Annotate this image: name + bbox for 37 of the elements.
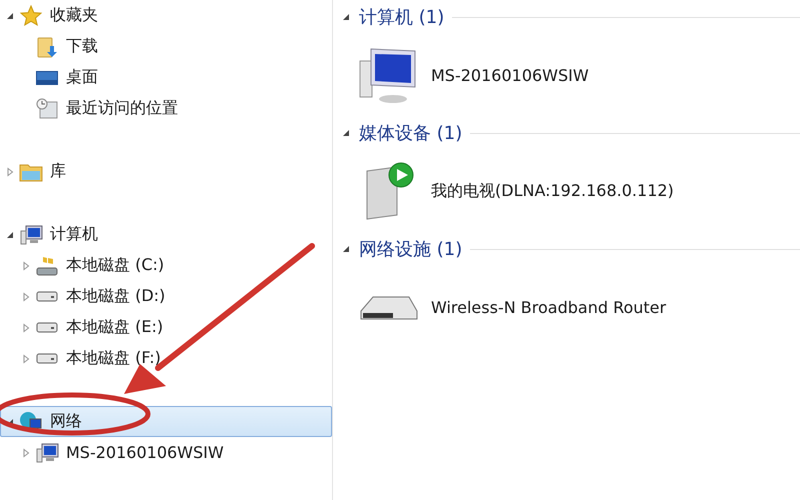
- tree-item[interactable]: 本地磁盘 (D:): [16, 281, 332, 312]
- device-item[interactable]: MS-20160106WSIW: [339, 34, 800, 116]
- collapsed-arrow-icon[interactable]: [21, 448, 31, 458]
- tree-item[interactable]: 最近访问的位置: [16, 93, 332, 124]
- collapsed-arrow-icon[interactable]: [21, 292, 31, 302]
- computer-icon: [35, 440, 59, 464]
- download-folder-icon: [35, 34, 59, 58]
- expanded-arrow-icon[interactable]: [5, 10, 15, 20]
- star-icon: [19, 4, 43, 28]
- tree-item[interactable]: 收藏夹: [0, 0, 332, 31]
- collapsed-arrow-icon[interactable]: [21, 260, 31, 270]
- recent-places-icon: [35, 96, 59, 120]
- collapsed-arrow-icon[interactable]: [21, 354, 31, 364]
- collapsed-arrow-icon[interactable]: [5, 166, 15, 176]
- device-item[interactable]: Wireless-N Broadband Router: [339, 266, 800, 348]
- expanded-arrow-icon[interactable]: [341, 12, 351, 22]
- computer-icon: [19, 222, 43, 246]
- drive-icon: [36, 322, 58, 333]
- tree-item[interactable]: 本地磁盘 (C:): [16, 250, 332, 281]
- tree-item[interactable]: 库: [0, 156, 332, 187]
- expanded-arrow-icon[interactable]: [341, 244, 351, 254]
- group-header[interactable]: 媒体设备 (1): [359, 121, 462, 145]
- collapsed-arrow-icon[interactable]: [21, 322, 31, 332]
- drive-icon: [36, 291, 58, 302]
- group-header[interactable]: 网络设施 (1): [359, 237, 462, 261]
- expanded-arrow-icon[interactable]: [341, 128, 351, 138]
- tree-item[interactable]: 桌面: [16, 62, 332, 93]
- tree-item[interactable]: MS-20160106WSIW: [16, 437, 332, 468]
- device-item[interactable]: 我的电视(DLNA:192.168.0.112): [339, 150, 800, 232]
- group-header[interactable]: 计算机 (1): [359, 5, 444, 29]
- tree-item[interactable]: 下载: [16, 31, 332, 62]
- tree-item[interactable]: 本地磁盘 (E:): [16, 312, 332, 343]
- expanded-arrow-icon[interactable]: [5, 230, 15, 240]
- tree-item[interactable]: 计算机: [0, 219, 332, 250]
- tree-item[interactable]: 网络: [0, 406, 332, 437]
- drive-icon: [36, 353, 58, 364]
- tree-item[interactable]: 本地磁盘 (F:): [16, 343, 332, 374]
